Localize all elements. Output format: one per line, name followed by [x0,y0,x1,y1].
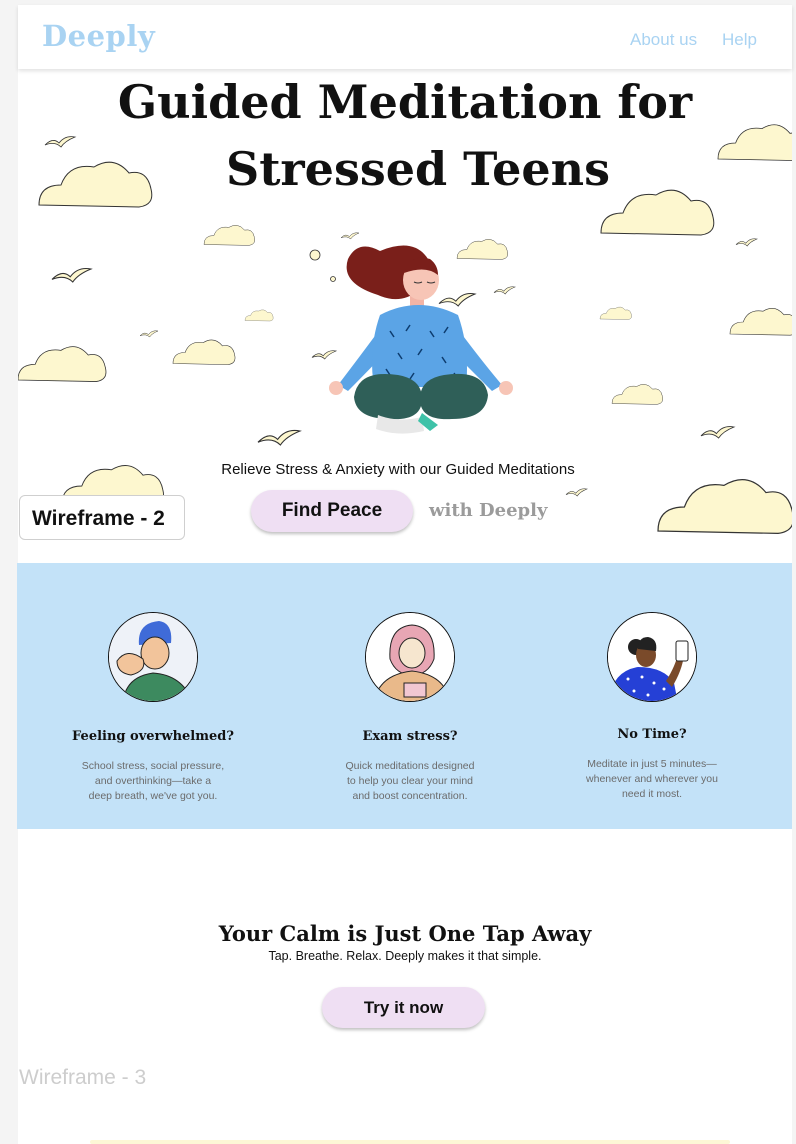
wireframe-3-label: Wireframe - 3 [19,1066,147,1089]
cloud-icon [18,346,107,382]
bird-icon [340,232,360,240]
bird-icon [139,330,159,338]
cloud-icon [729,308,792,336]
hero-title-line2: Stressed Teens [226,142,610,196]
bird-icon [565,488,588,497]
bird-icon [438,293,476,307]
cloud-icon [244,309,274,322]
bird-icon [493,286,516,295]
nav-link-about[interactable]: About us [630,30,697,50]
bird-icon [51,267,92,283]
cta-subtitle: Tap. Breathe. Relax. Deeply makes it tha… [268,949,542,963]
hero-tagline: Relieve Stress & Anxiety with our Guided… [221,461,575,478]
with-deeply-text: with Deeply [429,500,548,521]
cloud-icon [172,339,236,365]
cloud-icon [599,306,632,320]
wireframe-2-label: Wireframe - 2 [19,495,185,540]
feature-description: School stress, social pressure, and over… [81,760,225,802]
bird-icon [257,429,301,446]
cloud-icon [657,479,792,535]
bird-icon [700,426,735,439]
bird-icon [44,136,76,148]
feature-title: No Time? [617,727,687,742]
exam-student-avatar [365,612,455,702]
hero-title-line1: Guided Meditation for [118,75,693,129]
cloud-icon [456,239,508,260]
cta-section: Your Calm is Just One Tap Away Tap. Brea… [18,829,792,1144]
nav-link-help[interactable]: Help [722,30,757,50]
bird-icon [311,350,337,360]
features-section: Feeling overwhelmed? School stress, soci… [17,563,792,829]
meditating-girl-illustration [329,245,513,434]
cloud-icon [611,384,663,405]
find-peace-button[interactable]: Find Peace [251,490,413,532]
hero-illustration: Guided Meditation for Stressed Teens [18,75,792,535]
overwhelmed-teen-avatar [108,612,198,702]
cloud-icon [717,124,792,162]
feature-title: Feeling overwhelmed? [72,729,234,744]
phone-user-avatar [607,612,697,702]
try-it-now-button[interactable]: Try it now [322,987,485,1028]
hero-section: Guided Meditation for Stressed Teens [18,69,792,563]
cloud-icon [600,189,715,236]
next-section-edge [90,1140,730,1144]
top-nav: Deeply About us Help [18,5,792,69]
feature-title: Exam stress? [362,729,458,744]
cloud-icon [203,225,255,246]
cloud-icon [38,161,153,208]
logo[interactable]: Deeply [42,19,155,53]
bird-icon [735,238,758,247]
feature-description: Meditate in just 5 minutes— whenever and… [586,758,718,800]
cta-title: Your Calm is Just One Tap Away [218,921,592,946]
feature-description: Quick meditations designed to help you c… [345,760,475,802]
